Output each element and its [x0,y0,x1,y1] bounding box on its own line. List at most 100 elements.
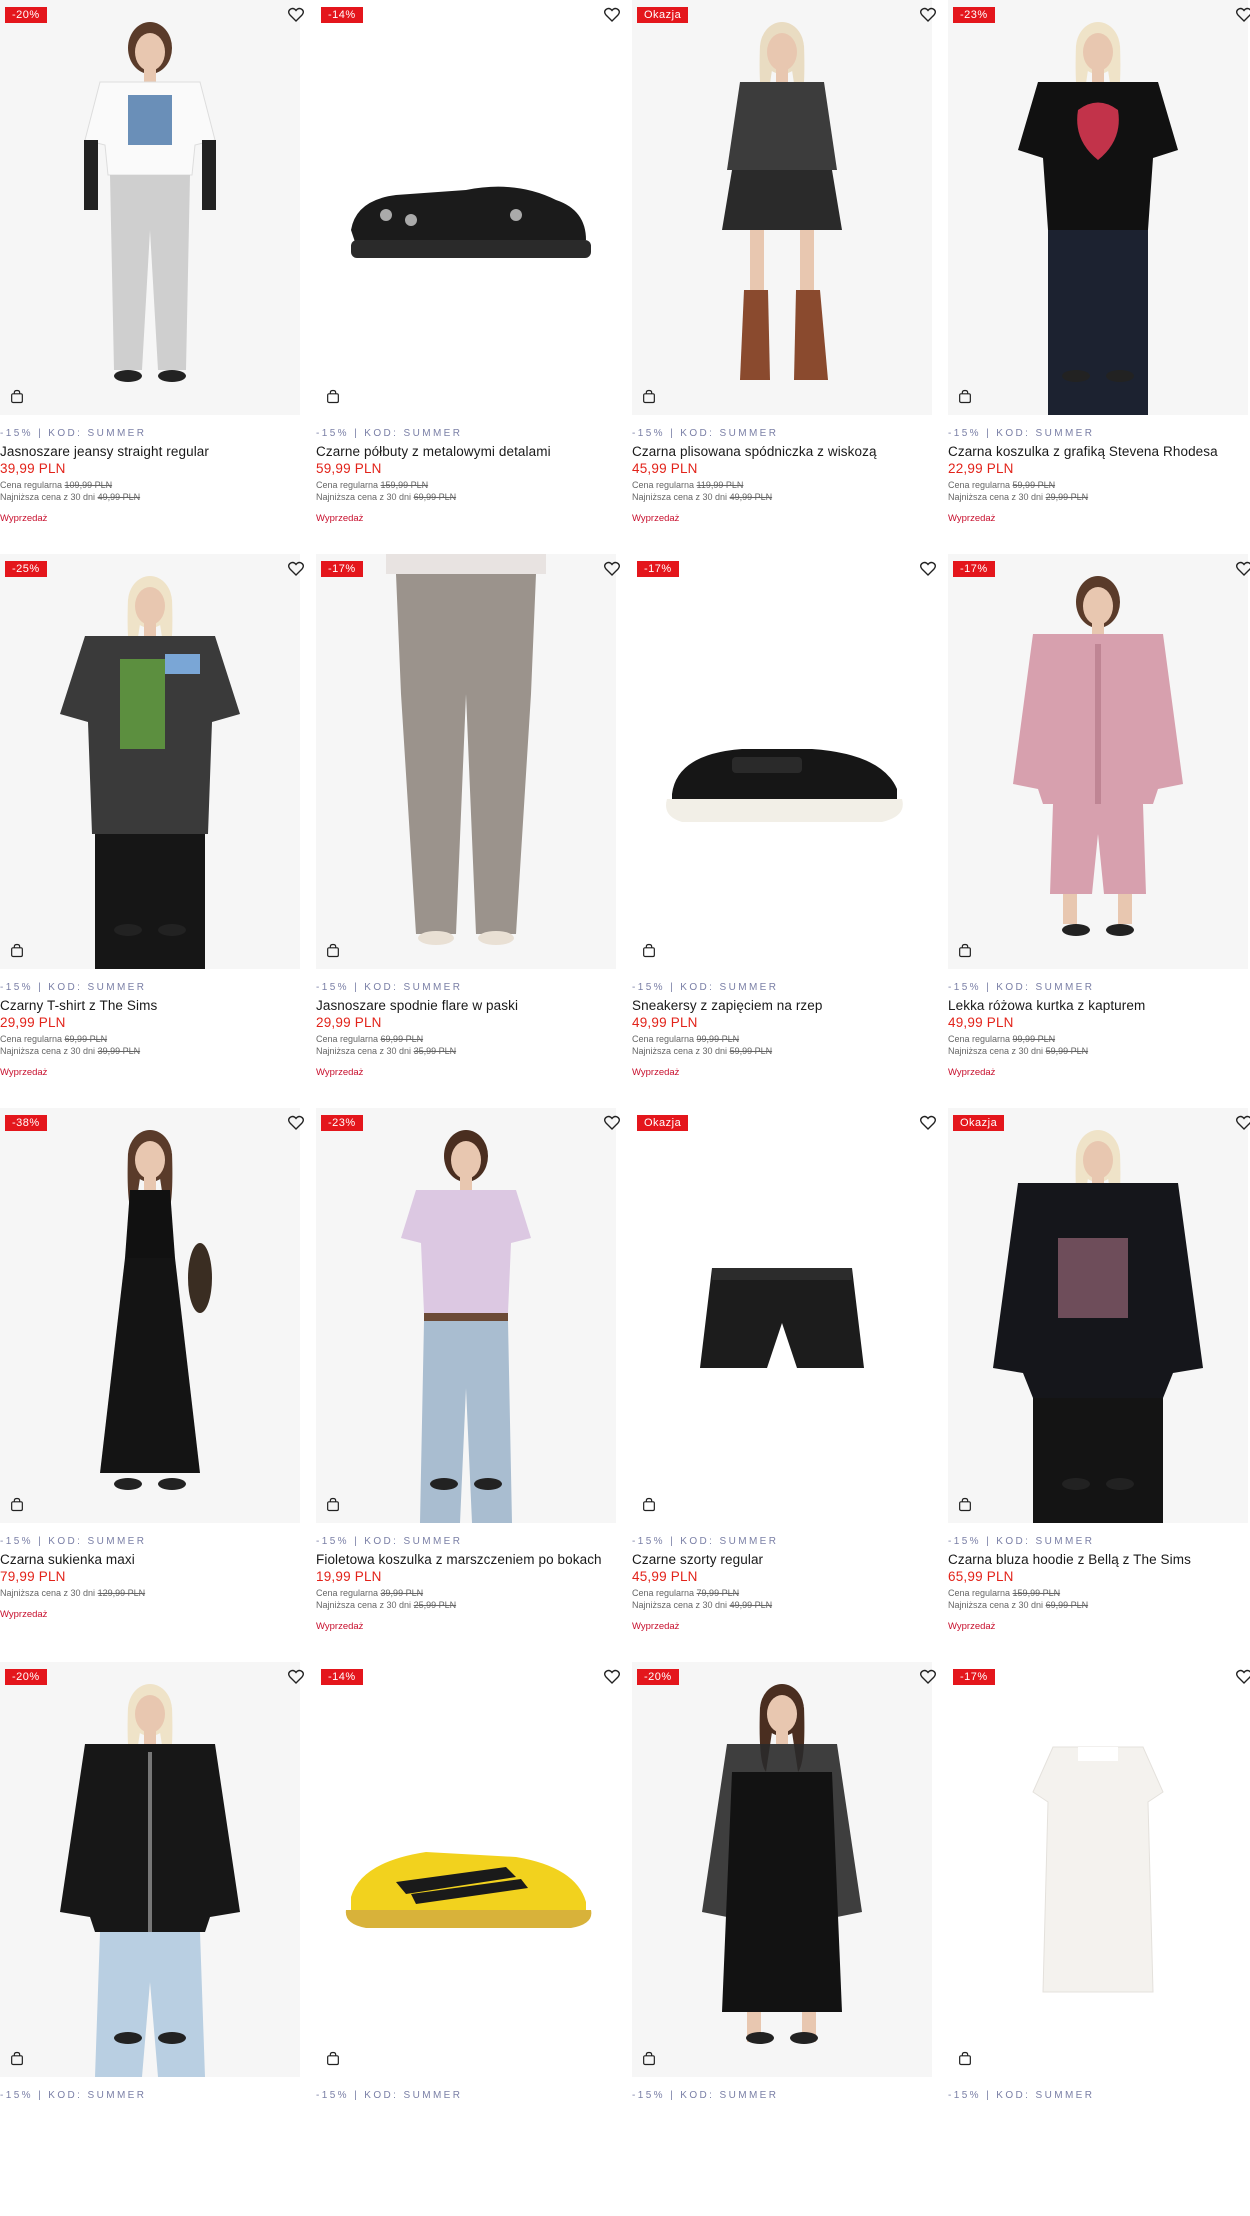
product-card[interactable]: -17% -15% | KOD: SUMMER [948,1662,1250,2216]
add-to-cart-bag-icon[interactable] [325,2050,341,2067]
sale-link[interactable]: Wyprzedaż [0,1067,47,1078]
product-card[interactable]: Okazja -15% | KOD: SUMMER Czarne szorty … [632,1108,948,1662]
product-card[interactable]: -17% -15% | KOD: SUMMER Jasnoszare spodn… [316,554,632,1108]
discount-badge: -23% [953,7,995,23]
product-name[interactable]: Czarna bluza hoodie z Bellą z The Sims [948,1552,1250,1567]
add-to-cart-bag-icon[interactable] [641,942,657,959]
sale-link[interactable]: Wyprzedaż [632,513,679,524]
add-to-cart-bag-icon[interactable] [9,2050,25,2067]
wishlist-heart-icon[interactable] [287,1668,305,1686]
product-image[interactable] [0,1662,300,2077]
product-name[interactable]: Czarny T-shirt z The Sims [0,998,316,1013]
product-card[interactable]: -20% -15% | KOD: SUMMER [0,1662,316,2216]
wishlist-heart-icon[interactable] [1235,1668,1250,1686]
product-name[interactable]: Czarne szorty regular [632,1552,948,1567]
wishlist-heart-icon[interactable] [603,560,621,578]
lowest-30-day-price: Najniższa cena z 30 dni 69,99 PLN [948,1600,1089,1610]
sale-link[interactable]: Wyprzedaż [948,1621,995,1632]
sale-link[interactable]: Wyprzedaż [632,1621,679,1632]
product-name[interactable]: Sneakersy z zapięciem na rzep [632,998,948,1013]
sale-link[interactable]: Wyprzedaż [948,513,995,524]
wishlist-heart-icon[interactable] [287,1114,305,1132]
product-name[interactable]: Czarna koszulka z grafiką Stevena Rhodes… [948,444,1250,459]
add-to-cart-bag-icon[interactable] [9,1496,25,1513]
wishlist-heart-icon[interactable] [287,6,305,24]
wishlist-heart-icon[interactable] [603,6,621,24]
wishlist-heart-icon[interactable] [919,1114,937,1132]
product-image[interactable] [948,1108,1248,1523]
wishlist-heart-icon[interactable] [1235,1114,1250,1132]
add-to-cart-bag-icon[interactable] [9,388,25,405]
regular-price: Cena regularna 99,99 PLN [948,1034,1056,1044]
product-card[interactable]: -17% -15% | KOD: SUMMER Lekka różowa kur… [948,554,1250,1108]
product-card[interactable]: -17% -15% | KOD: SUMMER Sneakersy z zapi… [632,554,948,1108]
wishlist-heart-icon[interactable] [919,560,937,578]
add-to-cart-bag-icon[interactable] [325,942,341,959]
product-card[interactable]: Okazja -15% | KOD: SUMMER Czarna bluza h… [948,1108,1250,1662]
product-image[interactable] [632,0,932,415]
product-price: 45,99 PLN [632,461,698,476]
product-name[interactable]: Czarna sukienka maxi [0,1552,316,1567]
wishlist-heart-icon[interactable] [1235,6,1250,24]
wishlist-heart-icon[interactable] [287,560,305,578]
product-card[interactable]: -14% -15% | KOD: SUMMER [316,1662,632,2216]
product-image[interactable] [948,1662,1248,2077]
add-to-cart-bag-icon[interactable] [9,942,25,959]
add-to-cart-bag-icon[interactable] [957,388,973,405]
wishlist-heart-icon[interactable] [603,1668,621,1686]
product-name[interactable]: Czarna plisowana spódniczka z wiskozą [632,444,948,459]
add-to-cart-bag-icon[interactable] [641,1496,657,1513]
product-image[interactable] [948,0,1248,415]
product-name[interactable]: Jasnoszare jeansy straight regular [0,444,316,459]
discount-badge: -23% [321,1115,363,1131]
add-to-cart-bag-icon[interactable] [641,388,657,405]
wishlist-heart-icon[interactable] [919,6,937,24]
product-name[interactable]: Jasnoszare spodnie flare w paski [316,998,632,1013]
add-to-cart-bag-icon[interactable] [641,2050,657,2067]
product-image[interactable] [0,0,300,415]
add-to-cart-bag-icon[interactable] [957,942,973,959]
product-card[interactable]: -14% -15% | KOD: SUMMER Czarne półbuty z… [316,0,632,554]
promo-code-label: -15% | KOD: SUMMER [948,428,1095,439]
product-card[interactable]: -20% -15% | KOD: SUMMER [632,1662,948,2216]
discount-badge: Okazja [637,7,689,23]
sale-link[interactable]: Wyprzedaż [316,1621,363,1632]
product-card[interactable]: -25% -15% | KOD: SUMMER Czarny T-shirt z… [0,554,316,1108]
add-to-cart-bag-icon[interactable] [957,1496,973,1513]
add-to-cart-bag-icon[interactable] [325,388,341,405]
product-card[interactable]: -20% -15% | KOD: SUMMER Jasnoszare jeans… [0,0,316,554]
lowest-30-day-price: Najniższa cena z 30 dni 25,99 PLN [316,1600,457,1610]
sale-link[interactable]: Wyprzedaż [948,1067,995,1078]
product-image[interactable] [316,1662,616,2077]
product-card[interactable]: -23% -15% | KOD: SUMMER Fioletowa koszul… [316,1108,632,1662]
product-card[interactable]: -23% -15% | KOD: SUMMER Czarna koszulka … [948,0,1250,554]
add-to-cart-bag-icon[interactable] [957,2050,973,2067]
product-image[interactable] [0,1108,300,1523]
sale-link[interactable]: Wyprzedaż [0,1609,47,1620]
product-image[interactable] [316,1108,616,1523]
product-image[interactable] [316,554,616,969]
product-name[interactable]: Czarne półbuty z metalowymi detalami [316,444,632,459]
add-to-cart-bag-icon[interactable] [325,1496,341,1513]
sale-link[interactable]: Wyprzedaż [316,513,363,524]
product-image[interactable] [316,0,616,415]
promo-code-label: -15% | KOD: SUMMER [0,428,147,439]
wishlist-heart-icon[interactable] [603,1114,621,1132]
product-card[interactable]: -38% -15% | KOD: SUMMER Czarna sukienka … [0,1108,316,1662]
sale-link[interactable]: Wyprzedaż [0,513,47,524]
product-image[interactable] [0,554,300,969]
sale-link[interactable]: Wyprzedaż [316,1067,363,1078]
wishlist-heart-icon[interactable] [919,1668,937,1686]
product-image[interactable] [948,554,1248,969]
product-name[interactable]: Lekka różowa kurtka z kapturem [948,998,1250,1013]
product-image[interactable] [632,1108,932,1523]
promo-code-label: -15% | KOD: SUMMER [316,1536,463,1547]
discount-badge: -17% [637,561,679,577]
wishlist-heart-icon[interactable] [1235,560,1250,578]
product-name[interactable]: Fioletowa koszulka z marszczeniem po bok… [316,1552,632,1567]
sale-link[interactable]: Wyprzedaż [632,1067,679,1078]
promo-code-label: -15% | KOD: SUMMER [632,2090,779,2101]
product-card[interactable]: Okazja -15% | KOD: SUMMER Czarna plisowa… [632,0,948,554]
product-image[interactable] [632,554,932,969]
product-image[interactable] [632,1662,932,2077]
